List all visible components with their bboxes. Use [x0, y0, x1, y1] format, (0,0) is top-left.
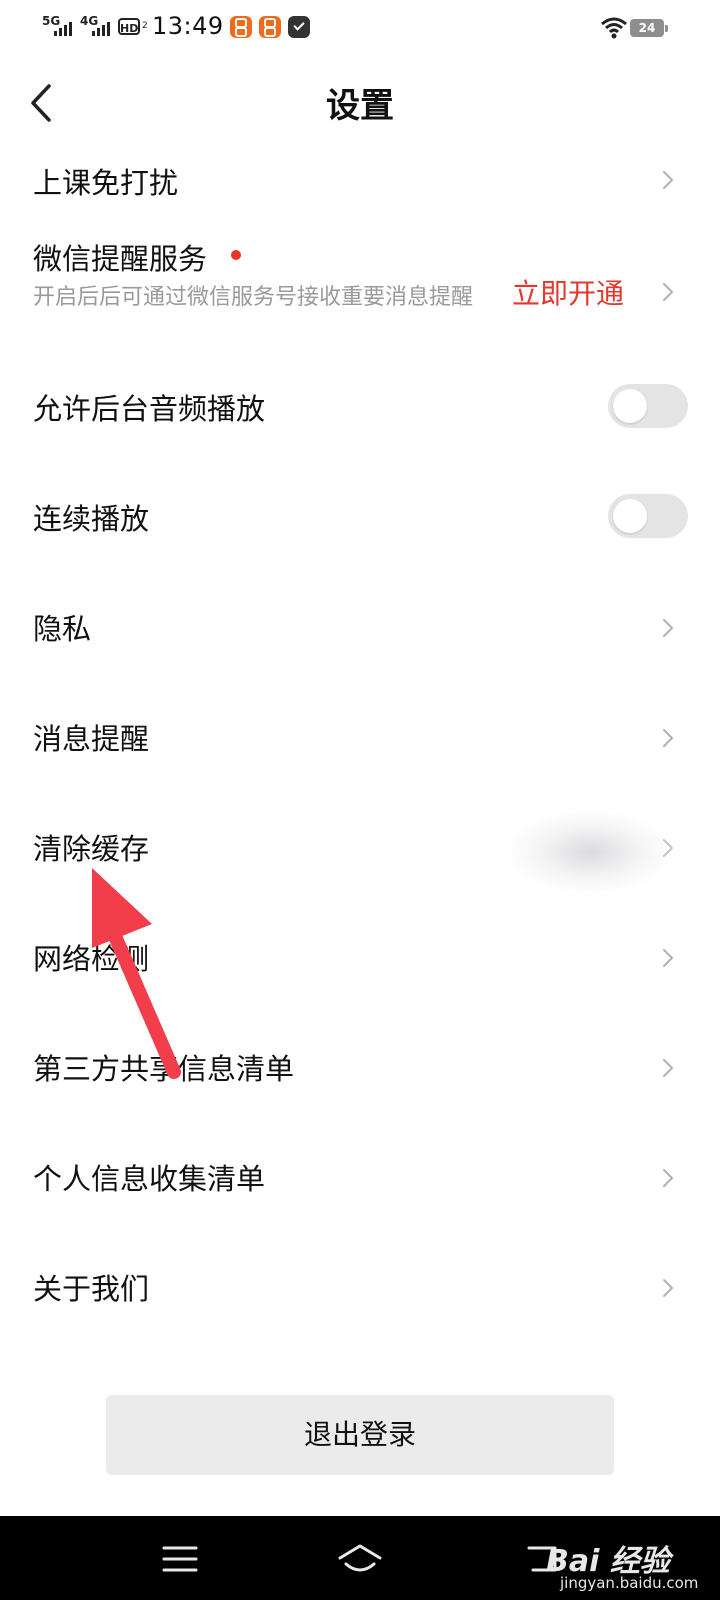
row-label: 网络检测 [33, 942, 150, 976]
row-label: 第三方共享信息清单 [33, 1052, 295, 1086]
chevron-right-icon [662, 282, 674, 302]
row-network-check[interactable]: 网络检测 [0, 920, 720, 996]
chevron-right-icon [662, 1058, 674, 1078]
system-nav-bar: Bai 经验 jingyan.baidu.com [0, 1516, 720, 1600]
row-clear-cache[interactable]: 清除缓存 [0, 810, 720, 886]
row-label: 上课免打扰 [33, 166, 179, 200]
hd-voice-sub: 2 [142, 21, 148, 31]
chevron-right-icon [662, 1168, 674, 1188]
background-audio-toggle[interactable] [608, 384, 688, 428]
row-about-us[interactable]: 关于我们 [0, 1250, 720, 1326]
logout-button[interactable]: 退出登录 [106, 1395, 614, 1475]
menu-lines-icon [162, 1546, 198, 1572]
home-button[interactable] [330, 1534, 390, 1584]
row-background-audio: 允许后台音频播放 [0, 368, 720, 444]
chevron-right-icon [662, 728, 674, 748]
wifi-icon [600, 16, 628, 40]
baidu-jingyan-watermark: Bai 经验 jingyan.baidu.com [530, 1530, 720, 1598]
row-label: 微信提醒服务 [33, 242, 208, 276]
continuous-play-toggle[interactable] [608, 494, 688, 538]
status-bar: 5G 4G HD 2 13:49 24 [0, 0, 720, 58]
watermark-url: jingyan.baidu.com [560, 1574, 699, 1592]
chevron-right-icon [662, 838, 674, 858]
chevron-right-icon [662, 618, 674, 638]
row-label: 个人信息收集清单 [33, 1162, 266, 1196]
clock: 13:49 [152, 12, 224, 40]
page-header: 设置 [0, 58, 720, 146]
row-message-reminder[interactable]: 消息提醒 [0, 700, 720, 776]
activate-now-link[interactable]: 立即开通 [512, 272, 624, 312]
row-label: 清除缓存 [33, 832, 150, 866]
row-label: 隐私 [33, 612, 92, 646]
signal-bars-icon [54, 20, 74, 36]
chevron-right-icon [662, 1278, 674, 1298]
row-label: 消息提醒 [33, 722, 150, 756]
hd-voice-icon: HD [118, 18, 140, 35]
recent-apps-button[interactable] [150, 1534, 210, 1584]
row-third-party-list[interactable]: 第三方共享信息清单 [0, 1030, 720, 1106]
row-description: 开启后后可通过微信服务号接收重要消息提醒 [33, 285, 474, 310]
app-notification-icon [259, 16, 281, 38]
app-notification-icon [230, 16, 252, 38]
row-wechat-reminder[interactable]: 微信提醒服务 开启后后可通过微信服务号接收重要消息提醒 立即开通 [0, 224, 720, 352]
chevron-right-icon [662, 948, 674, 968]
row-privacy[interactable]: 隐私 [0, 590, 720, 666]
row-label: 连续播放 [33, 502, 150, 536]
row-class-do-not-disturb[interactable]: 上课免打扰 [0, 148, 720, 214]
home-icon [338, 1544, 382, 1572]
row-label: 关于我们 [33, 1272, 150, 1306]
chevron-right-icon [662, 170, 674, 190]
page-title: 设置 [326, 86, 394, 126]
unread-dot-icon [231, 250, 241, 260]
signal-bars-icon [92, 20, 112, 36]
row-label: 允许后台音频播放 [33, 392, 266, 426]
battery-icon: 24 [630, 19, 668, 37]
message-notification-icon [288, 16, 310, 38]
row-continuous-play: 连续播放 [0, 478, 720, 554]
row-personal-info-list[interactable]: 个人信息收集清单 [0, 1140, 720, 1216]
